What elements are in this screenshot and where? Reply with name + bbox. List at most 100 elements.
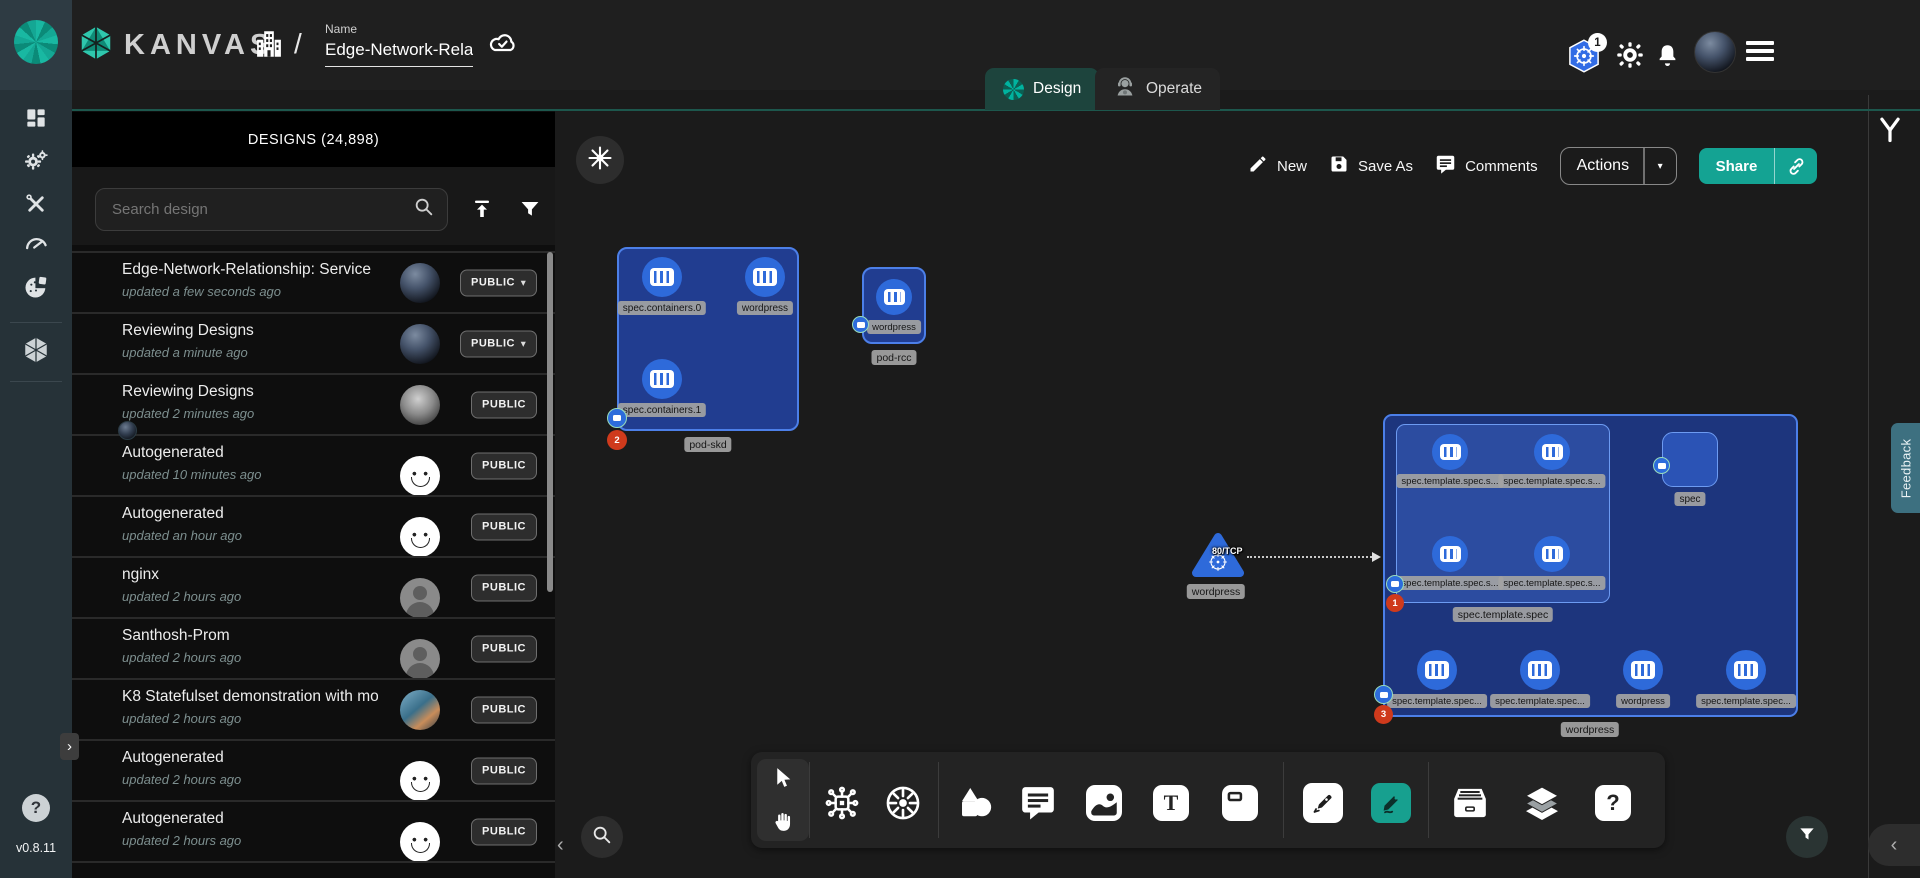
design-list-item[interactable]: Santhosh-Prom updated 2 hours ago PUBLIC xyxy=(72,617,555,678)
edge-port-label: 80/TCP xyxy=(1212,546,1243,556)
panel-expand-chevron[interactable]: › xyxy=(60,733,79,760)
visibility-badge[interactable]: PUBLIC xyxy=(471,757,537,784)
design-search-input[interactable] xyxy=(112,201,413,218)
design-list-item[interactable]: Autogenerated updated 2 hours ago PUBLIC xyxy=(72,739,555,800)
visibility-badge[interactable]: PUBLIC xyxy=(471,452,537,479)
design-list-item[interactable]: K8 Statefulset demonstration with mo upd… xyxy=(72,678,555,739)
canvas-collapse-left-chevron[interactable]: ‹ xyxy=(557,834,564,857)
dock-help-tool[interactable]: ? xyxy=(1595,785,1631,821)
visibility-badge[interactable]: PUBLIC xyxy=(471,513,537,540)
select-pointer-tool[interactable] xyxy=(771,766,796,791)
design-name: nginx xyxy=(122,566,378,584)
new-button[interactable]: New xyxy=(1248,154,1307,178)
design-owner-avatar xyxy=(400,690,440,730)
pod-kind-badge[interactable] xyxy=(1653,457,1670,474)
settings-gear-icon[interactable] xyxy=(1615,40,1645,70)
design-list-item[interactable]: nginx updated 2 hours ago PUBLIC xyxy=(72,556,555,617)
node-label: spec.template.spec... xyxy=(1387,694,1487,708)
feedback-tab[interactable]: Feedback xyxy=(1891,423,1920,513)
container-node[interactable] xyxy=(1726,650,1766,690)
tab-operate[interactable]: Operate xyxy=(1095,68,1220,110)
sidebar-item-configuration[interactable] xyxy=(21,191,51,221)
image-tool[interactable] xyxy=(1086,785,1122,821)
text-tool[interactable]: T xyxy=(1153,785,1189,821)
container-node[interactable] xyxy=(1520,650,1560,690)
share-button[interactable]: Share xyxy=(1699,148,1818,184)
comment-annotation-tool[interactable] xyxy=(1019,784,1057,822)
error-count-badge[interactable]: 2 xyxy=(607,430,627,450)
filter-funnel-button[interactable] xyxy=(1786,816,1828,858)
filter-designs-button[interactable] xyxy=(508,188,551,231)
design-list-item[interactable]: Edge-Network-Relationship: Service updat… xyxy=(72,251,555,312)
shapes-tool[interactable] xyxy=(956,784,994,822)
comments-button[interactable]: Comments xyxy=(1435,154,1538,179)
pod-kind-badge[interactable] xyxy=(1374,685,1393,704)
pen-tool[interactable] xyxy=(1303,783,1343,823)
help-button[interactable]: ? xyxy=(22,794,50,822)
components-tool[interactable] xyxy=(822,783,862,823)
container-node[interactable] xyxy=(1432,536,1468,572)
design-list-item[interactable]: Reviewing Designs updated a minute ago P… xyxy=(72,312,555,373)
layers-tool[interactable] xyxy=(1522,783,1562,823)
container-node[interactable] xyxy=(1417,650,1457,690)
design-list-item[interactable]: Autogenerated updated 10 minutes ago PUB… xyxy=(72,434,555,495)
container-node[interactable] xyxy=(1623,650,1663,690)
drawer-archive-tool[interactable] xyxy=(1450,783,1490,823)
designs-list-scrollbar[interactable] xyxy=(547,252,553,592)
container-node[interactable] xyxy=(642,359,682,399)
container-node[interactable] xyxy=(745,257,785,297)
sidebar-item-lifecycle[interactable] xyxy=(21,148,51,178)
notifications-bell-icon[interactable] xyxy=(1654,41,1681,68)
canvas-menu-button[interactable] xyxy=(576,136,624,184)
meshery-logo-icon[interactable] xyxy=(14,20,58,64)
operate-headset-icon xyxy=(1113,75,1137,104)
design-list-item[interactable]: Autogenerated updated an hour ago PUBLIC xyxy=(72,495,555,556)
pod-kind-badge[interactable] xyxy=(607,408,627,428)
cloud-saved-icon[interactable] xyxy=(487,30,518,56)
copy-link-icon[interactable] xyxy=(1775,156,1817,177)
import-design-button[interactable] xyxy=(460,188,503,231)
container-icon xyxy=(1440,546,1461,562)
container-node[interactable] xyxy=(642,257,682,297)
node-service-wordpress[interactable] xyxy=(1191,531,1245,584)
design-list-item[interactable]: Autogenerated updated 2 hours ago PUBLIC xyxy=(72,800,555,861)
node-spec[interactable] xyxy=(1662,432,1718,487)
sidebar-item-kanvas[interactable] xyxy=(21,337,51,367)
container-node[interactable] xyxy=(1534,536,1570,572)
visibility-badge[interactable]: PUBLIC▾ xyxy=(460,330,537,357)
pod-kind-badge[interactable] xyxy=(852,316,869,333)
error-count-badge[interactable]: 3 xyxy=(1374,705,1393,724)
menu-hamburger-icon[interactable] xyxy=(1746,41,1774,61)
merge-y-icon[interactable] xyxy=(1876,114,1904,144)
container-node[interactable] xyxy=(876,279,912,315)
freehand-draw-tool[interactable] xyxy=(1371,783,1411,823)
kubernetes-tool[interactable] xyxy=(882,782,924,824)
pan-hand-tool[interactable] xyxy=(771,810,796,835)
tab-design[interactable]: Design xyxy=(985,68,1099,110)
visibility-badge[interactable]: PUBLIC xyxy=(471,635,537,662)
visibility-badge[interactable]: PUBLIC xyxy=(471,696,537,723)
user-avatar[interactable] xyxy=(1694,31,1736,73)
container-node[interactable] xyxy=(1534,434,1570,470)
design-list-item[interactable]: Reviewing Designs updated 2 minutes ago … xyxy=(72,373,555,434)
pod-kind-badge[interactable] xyxy=(1386,575,1404,593)
visibility-badge[interactable]: PUBLIC xyxy=(471,574,537,601)
visibility-badge[interactable]: PUBLIC▾ xyxy=(460,269,537,296)
container-node[interactable] xyxy=(1432,434,1468,470)
design-search-box[interactable] xyxy=(95,188,448,231)
frame-tool[interactable] xyxy=(1222,785,1258,821)
sidebar-item-extensions[interactable] xyxy=(21,274,51,304)
design-name-input[interactable] xyxy=(325,38,473,67)
actions-button[interactable]: Actions ▾ xyxy=(1560,147,1677,185)
right-panel-collapse-button[interactable]: ‹ xyxy=(1868,824,1920,866)
visibility-badge[interactable]: PUBLIC xyxy=(471,391,537,418)
sidebar-item-performance[interactable] xyxy=(21,231,51,261)
error-count-badge[interactable]: 1 xyxy=(1386,594,1404,612)
caret-down-icon[interactable]: ▾ xyxy=(1645,161,1676,172)
sidebar-item-dashboard[interactable] xyxy=(21,105,51,135)
visibility-badge[interactable]: PUBLIC xyxy=(471,818,537,845)
organization-icon[interactable] xyxy=(252,26,286,62)
kanvas-brand[interactable]: KANVAS xyxy=(77,24,274,67)
save-as-button[interactable]: Save As xyxy=(1329,154,1413,178)
zoom-search-button[interactable] xyxy=(581,816,623,858)
